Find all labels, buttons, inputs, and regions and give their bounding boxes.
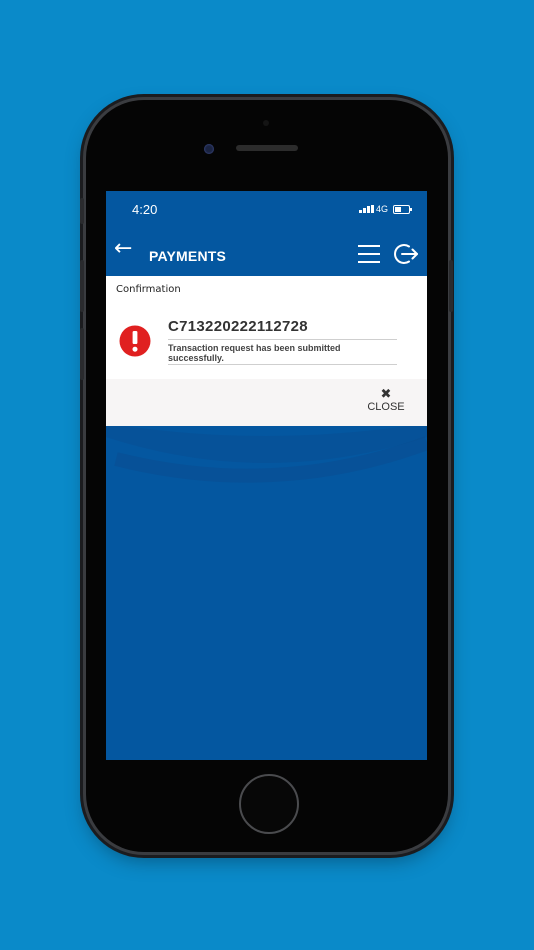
background-wave	[106, 423, 427, 483]
signal-icon	[359, 205, 374, 213]
transaction-reference: C713220222112728	[168, 318, 308, 335]
network-type: 4G	[376, 204, 389, 214]
confirmation-panel: Confirmation C713220222112728 Transactio…	[106, 276, 427, 426]
divider	[168, 339, 397, 340]
close-button[interactable]: ✖ CLOSE	[364, 388, 408, 416]
phone-frame: 4:20 4G ← PAYMENTS Confirmation C7132202…	[80, 100, 453, 852]
alert-icon	[119, 325, 151, 357]
app-header: ← PAYMENTS	[106, 227, 427, 275]
battery-icon	[393, 205, 412, 214]
status-message: Transaction request has been submitted s…	[168, 343, 341, 363]
close-icon: ✖	[380, 387, 392, 402]
earpiece-speaker	[236, 145, 298, 151]
page-title: PAYMENTS	[149, 248, 227, 264]
status-bar: 4:20 4G	[106, 191, 427, 227]
power-button	[449, 260, 453, 312]
confirmation-label: Confirmation	[116, 284, 181, 295]
page-background: { "status_bar": { "time": "4:20", "netwo…	[0, 0, 534, 950]
proximity-sensor	[263, 120, 269, 126]
status-time: 4:20	[132, 202, 158, 217]
close-label: CLOSE	[367, 401, 405, 413]
phone-screen: 4:20 4G ← PAYMENTS Confirmation C7132202…	[106, 191, 427, 760]
front-camera-icon	[204, 144, 214, 154]
logout-icon[interactable]	[393, 242, 419, 266]
volume-up-button	[80, 260, 84, 312]
back-arrow-icon[interactable]: ←	[114, 238, 132, 260]
mute-switch	[80, 198, 84, 224]
volume-down-button	[80, 328, 84, 380]
close-bar: ✖ CLOSE	[106, 379, 427, 426]
home-button[interactable]	[239, 774, 299, 834]
divider	[168, 364, 397, 365]
menu-icon[interactable]	[358, 245, 380, 263]
